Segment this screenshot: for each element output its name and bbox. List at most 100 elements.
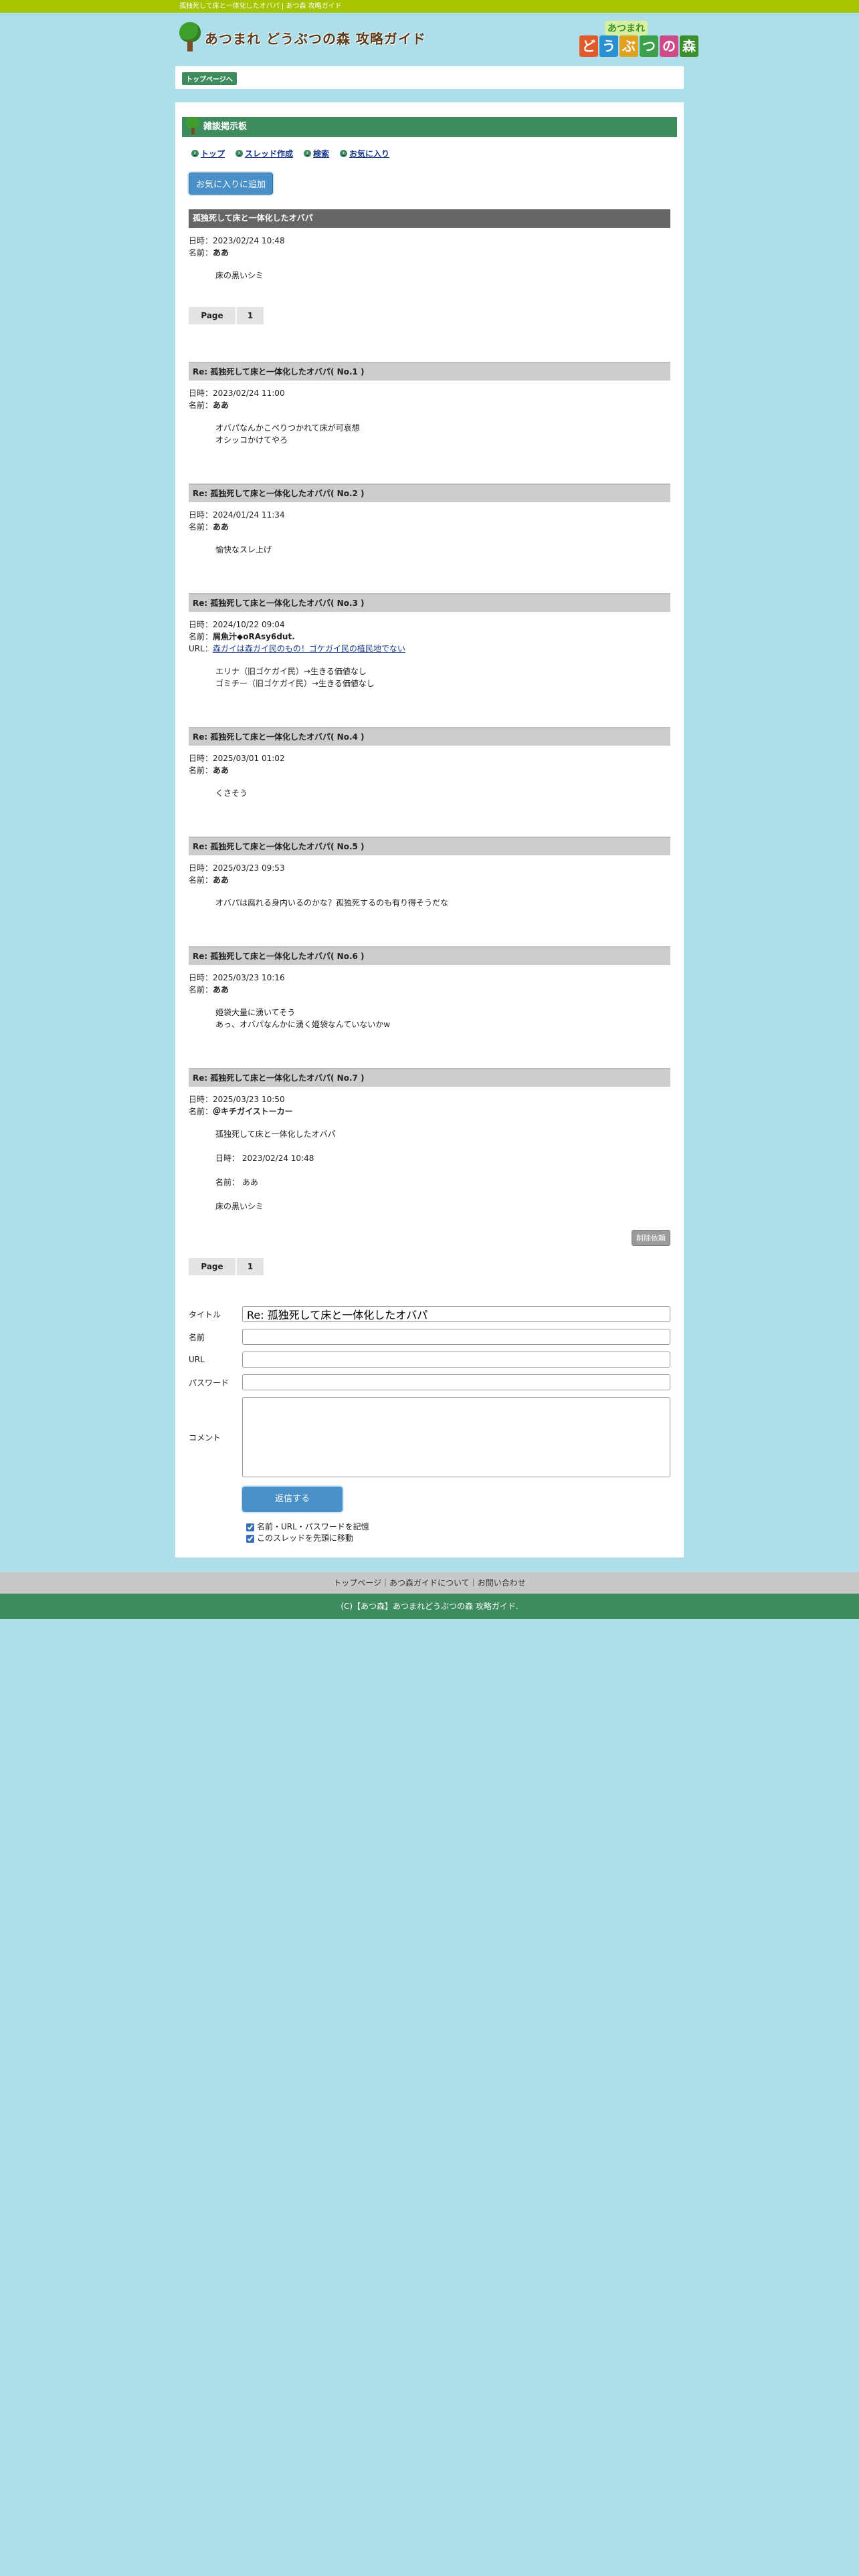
add-favorite-button[interactable]: お気に入りに追加: [189, 173, 274, 195]
nav-search-link[interactable]: › 検索: [304, 148, 329, 159]
date-label: 日時：: [189, 1095, 213, 1104]
top-bar: 孤独死して床と一体化したオバパ | あつ森 攻略ガイド: [0, 0, 859, 13]
post-author: ああ: [213, 875, 229, 885]
game-logo-tile: つ: [640, 35, 658, 57]
name-label: 名前：: [189, 632, 213, 641]
post-meta: 日時：2025/03/23 09:53 名前：ああ: [189, 862, 670, 886]
footer-copyright: (C)【あつ森】あつまれどうぶつの森 攻略ガイド.: [0, 1594, 859, 1619]
url-label: URL：: [189, 644, 213, 653]
post-title: Re: 孤独死して床と一体化したオバパ( No.7 ): [189, 1068, 670, 1087]
arrow-right-icon: ›: [340, 150, 348, 157]
game-logo-tile: の: [660, 35, 678, 57]
date-label: 日時：: [189, 973, 213, 982]
move-top-checkbox[interactable]: [246, 1534, 254, 1543]
post-meta: 日時：2024/10/22 09:04 名前：屑魚汁◆oRAsy6dut. UR…: [189, 619, 670, 655]
name-row: 名前: [189, 1329, 670, 1345]
post-date: 2023/02/24 10:48: [213, 236, 285, 245]
board-main: 雑談掲示板 › トップ › スレッド作成 › 検索 › お気に入り お気に入りに追加 孤…: [175, 102, 684, 1558]
post-body-line: ゴミチー（旧ゴケガイ民）→生きる価値なし: [215, 679, 375, 688]
post-body-line: くさそう: [215, 788, 248, 798]
form-options: 名前・URL・パスワードを記憶 このスレッドを先頭に移動: [246, 1521, 670, 1544]
post-body: オバパなんかこべりつかれて床が可哀想 オシッコかけてやろ: [189, 422, 670, 446]
post-body: 孤独死して床と一体化したオバパ 日時： 2023/02/24 10:48 名前：…: [189, 1128, 670, 1212]
post-meta: 日時：2025/03/23 10:16 名前：ああ: [189, 972, 670, 996]
remember-checkbox[interactable]: [246, 1523, 254, 1531]
post-meta: 日時：2023/02/24 11:00 名前：ああ: [189, 387, 670, 411]
post-meta: 日時：2024/01/24 11:34 名前：ああ: [189, 509, 670, 533]
url-input[interactable]: [242, 1352, 670, 1368]
original-post: 孤独死して床と一体化したオバパ 日時：2023/02/24 10:48 名前：あ…: [189, 209, 670, 282]
arrow-right-icon: ›: [235, 150, 244, 157]
arrow-right-icon: ›: [304, 150, 312, 157]
post-body-line: オバパは腐れる身内いるのかな？孤独死するのも有り得そうだな: [215, 898, 449, 907]
date-label: 日時：: [189, 863, 213, 873]
name-label: 名前：: [189, 875, 213, 885]
game-logo: あつまれ ど う ぶ つ の 森: [579, 21, 698, 60]
post-body-line: 名前： ああ: [215, 1178, 258, 1187]
pager-page-1[interactable]: 1: [237, 307, 264, 324]
post-body: 愉快なスレ上げ: [189, 544, 670, 556]
password-label: パスワード: [189, 1378, 229, 1388]
delete-request-button[interactable]: 削除依頼: [632, 1230, 670, 1246]
board-title-text: 雑談掲示板: [203, 122, 248, 132]
site-header: あつまれ どうぶつの森 攻略ガイド あつまれ ど う ぶ つ の 森: [175, 13, 698, 66]
board-nav: › トップ › スレッド作成 › 検索 › お気に入り: [189, 148, 670, 159]
name-label: 名前：: [189, 248, 213, 257]
post-author: ああ: [213, 248, 229, 257]
footer-links[interactable]: トップページ｜あつ森ガイドについて｜お問い合わせ: [0, 1572, 859, 1594]
name-label: 名前：: [189, 1107, 213, 1116]
post-body: 姫袋大量に湧いてそう あっ、オバパなんかに湧く姫袋なんていないかw: [189, 1006, 670, 1031]
title-input[interactable]: [242, 1306, 670, 1322]
nav-new-thread-link[interactable]: › スレッド作成: [235, 148, 293, 159]
site-logo[interactable]: あつまれ どうぶつの森 攻略ガイド: [178, 22, 426, 53]
date-label: 日時：: [189, 510, 213, 520]
remember-label: 名前・URL・パスワードを記憶: [257, 1522, 369, 1531]
post-author: ああ: [213, 522, 229, 532]
post-author: 屑魚汁◆oRAsy6dut.: [213, 632, 295, 641]
post-body-line: 姫袋大量に湧いてそう: [215, 1008, 296, 1017]
password-input[interactable]: [242, 1374, 670, 1390]
nav-favorites-link[interactable]: › お気に入り: [340, 148, 389, 159]
post-date: 2023/02/24 11:00: [213, 389, 285, 398]
post-meta: 日時：2025/03/23 10:50 名前：＠キチガイストーカー: [189, 1093, 670, 1117]
logo-text: あつまれ どうぶつの森 攻略ガイド: [205, 30, 426, 47]
page-title-bar: 孤独死して床と一体化したオバパ | あつ森 攻略ガイド: [179, 3, 342, 10]
post-title: Re: 孤独死して床と一体化したオバパ( No.6 ): [189, 946, 670, 965]
post-body: エリナ（旧ゴケガイ民）→生きる価値なし ゴミチー（旧ゴケガイ民）→生きる価値なし: [189, 665, 670, 689]
nav-top-link[interactable]: › トップ: [191, 148, 225, 159]
game-logo-tile: ぶ: [619, 35, 638, 57]
post-body-line: 床の黒いシミ: [215, 1202, 264, 1211]
post-date: 2025/03/01 01:02: [213, 754, 285, 763]
date-label: 日時：: [189, 754, 213, 763]
pager-bottom: Page 1: [189, 1258, 670, 1275]
post-body-line: エリナ（旧ゴケガイ民）→生きる価値なし: [215, 667, 367, 676]
post-author: ああ: [213, 985, 229, 994]
submit-reply-button[interactable]: 返信する: [242, 1487, 343, 1512]
name-label: 名前：: [189, 985, 213, 994]
name-label: 名前：: [189, 766, 213, 775]
game-logo-tile: う: [599, 35, 618, 57]
comment-label: コメント: [189, 1432, 221, 1442]
post-meta: 日時：2025/03/01 01:02 名前：ああ: [189, 752, 670, 776]
post-title: Re: 孤独死して床と一体化したオバパ( No.1 ): [189, 362, 670, 381]
game-logo-tile: 森: [680, 35, 698, 57]
title-label: タイトル: [189, 1309, 221, 1319]
post-title: Re: 孤独死して床と一体化したオバパ( No.5 ): [189, 837, 670, 855]
delete-row: 削除依頼: [189, 1230, 670, 1246]
title-row: タイトル: [189, 1306, 670, 1322]
post-body: オバパは腐れる身内いるのかな？孤独死するのも有り得そうだな: [189, 897, 670, 909]
comment-textarea[interactable]: [242, 1397, 670, 1477]
reply-post-1: Re: 孤独死して床と一体化したオバパ( No.1 ) 日時：2023/02/2…: [189, 362, 670, 446]
pager-label: Page: [189, 1258, 235, 1275]
name-input[interactable]: [242, 1329, 670, 1345]
post-body-line: あっ、オバパなんかに湧く姫袋なんていないかw: [215, 1020, 391, 1029]
home-link[interactable]: トップページへ: [182, 72, 237, 85]
breadcrumb: トップページへ: [175, 66, 684, 89]
reply-post-2: Re: 孤独死して床と一体化したオバパ( No.2 ) 日時：2024/01/2…: [189, 484, 670, 556]
pager-page-1[interactable]: 1: [237, 1258, 264, 1275]
game-logo-tiles: ど う ぶ つ の 森: [579, 35, 698, 57]
name-field-label: 名前: [189, 1332, 205, 1342]
post-url-link[interactable]: 森ガイは森ガイ民のもの！ゴケガイ民の植民地でない: [213, 644, 405, 653]
